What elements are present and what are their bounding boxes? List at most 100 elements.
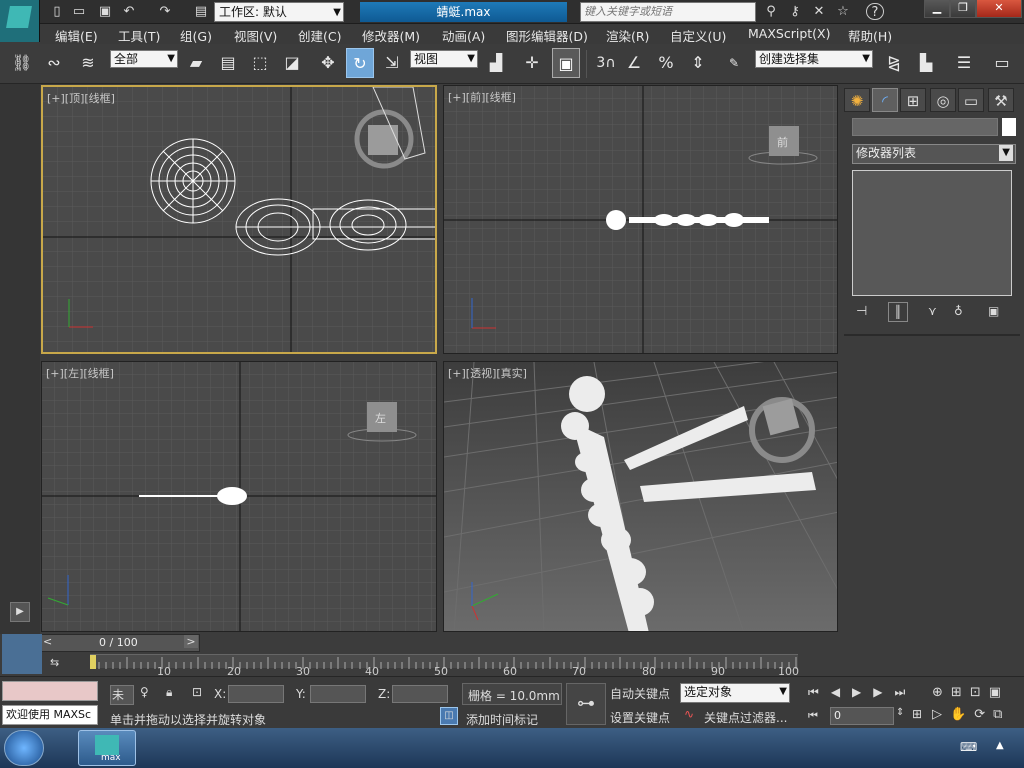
selection-lock-icon[interactable]: 🔒︎ — [166, 685, 172, 700]
taskbar-3dsmax-button[interactable]: max — [78, 730, 136, 766]
motion-tab-icon[interactable]: ◎ — [930, 88, 956, 112]
zoom-extents-icon[interactable]: ⊡ — [970, 685, 989, 700]
tray-expand-icon[interactable]: ▲ — [996, 740, 1004, 751]
spinner-snap-icon[interactable]: ⇕ — [684, 48, 712, 78]
next-frame-icon[interactable]: ▶ — [873, 685, 894, 699]
object-name-field[interactable] — [852, 118, 998, 136]
viewport-label-top[interactable]: [+][顶][线框] — [47, 90, 115, 106]
menu-help[interactable]: 帮助(H) — [848, 26, 892, 45]
menu-graph-editors[interactable]: 图形编辑器(D) — [506, 26, 588, 45]
display-tab-icon[interactable]: ▭ — [958, 88, 984, 112]
y-coord-field[interactable] — [310, 685, 366, 703]
rectangle-selection-icon[interactable]: ⬚ — [246, 48, 274, 78]
snaps-toggle-icon[interactable]: 3∩ — [592, 48, 620, 78]
pivot-center-icon[interactable]: ▟ — [482, 48, 510, 78]
menu-views[interactable]: 视图(V) — [234, 26, 277, 45]
redo-icon[interactable]: ↷ — [156, 3, 174, 20]
menu-maxscript[interactable]: MAXScript(X) — [748, 26, 830, 41]
maximize-viewport-icon[interactable]: ⧉ — [993, 707, 1010, 722]
named-selection-dropdown[interactable]: 创建选择集 ▼ — [755, 50, 873, 68]
viewport-label-perspective[interactable]: [+][透视][真实] — [448, 365, 527, 381]
workspace-dropdown[interactable]: 工作区: 默认 ▼ — [214, 2, 344, 22]
select-rotate-icon[interactable]: ↻ — [346, 48, 374, 78]
slider-prev-icon[interactable]: < — [43, 635, 52, 648]
minimize-button[interactable]: ▁ — [924, 0, 950, 18]
edit-named-selection-icon[interactable]: ✎ — [720, 48, 748, 78]
viewport-top[interactable]: [+][顶][线框] — [41, 85, 437, 354]
mirror-icon[interactable]: ⧎ — [880, 48, 908, 78]
key-mode-dropdown[interactable]: 选定对象 ▼ — [680, 683, 790, 703]
z-coord-field[interactable] — [392, 685, 448, 703]
key-icon[interactable]: ⚷ — [786, 3, 804, 20]
prev-frame-icon[interactable]: ◀ — [831, 685, 852, 699]
zoom-icon[interactable]: ⊕ — [932, 685, 951, 700]
menu-modifiers[interactable]: 修改器(M) — [362, 26, 420, 45]
close-button[interactable]: ✕ — [976, 0, 1022, 18]
modifier-stack-list[interactable] — [852, 170, 1012, 296]
create-tab-icon[interactable]: ✺ — [844, 88, 870, 112]
undo-icon[interactable]: ↶ — [120, 3, 138, 20]
search-input[interactable]: 键入关键字或短语 — [580, 2, 756, 22]
field-of-view-icon[interactable]: ▷ — [932, 707, 950, 722]
track-bar-toggle-icon[interactable]: ⇆ — [50, 656, 59, 669]
time-slider[interactable]: < 0 / 100 > — [40, 634, 200, 652]
window-crossing-icon[interactable]: ◪ — [278, 48, 306, 78]
menu-create[interactable]: 创建(C) — [298, 26, 341, 45]
viewport-front[interactable]: 前 [+][前][线框] — [443, 85, 838, 354]
go-to-end-icon[interactable]: ⏭ — [895, 685, 918, 699]
set-key-button[interactable]: 设置关键点 — [610, 709, 676, 726]
manipulate-icon[interactable]: ✛ — [518, 48, 546, 78]
link-icon[interactable]: ⛓ — [8, 48, 36, 78]
add-time-tag-button[interactable]: 添加时间标记 — [466, 711, 538, 728]
modifier-list-dropdown[interactable]: 修改器列表 ▼ — [852, 144, 1016, 164]
select-move-icon[interactable]: ✥ — [314, 48, 342, 78]
layer-manager-icon[interactable]: ☰ — [950, 48, 978, 78]
maximize-button[interactable]: ❐ — [950, 0, 976, 18]
select-scale-icon[interactable]: ⇲ — [378, 48, 406, 78]
project-folder-icon[interactable]: ▤ — [192, 3, 210, 20]
zoom-extents-all-icon[interactable]: ▣ — [989, 685, 1009, 700]
menu-animation[interactable]: 动画(A) — [442, 26, 485, 45]
angle-snap-icon[interactable]: ∠ — [620, 48, 648, 78]
percent-snap-icon[interactable]: % — [652, 48, 680, 78]
viewport-layout-icon[interactable] — [2, 634, 42, 674]
viewcube-perspective[interactable] — [749, 397, 815, 463]
select-object-icon[interactable]: ▰ — [182, 48, 210, 78]
reference-coord-dropdown[interactable]: 视图 ▼ — [410, 50, 478, 68]
viewport-perspective[interactable]: [+][透视][真实] — [443, 361, 838, 632]
play-expand-icon[interactable]: ▶ — [10, 602, 30, 622]
remove-modifier-icon[interactable]: ♁ — [954, 304, 963, 318]
orbit-icon[interactable]: ⟳ — [974, 707, 993, 722]
selection-filter-dropdown[interactable]: 全部 ▼ — [110, 50, 178, 68]
absolute-relative-icon[interactable]: ⊡ — [192, 685, 202, 699]
utilities-tab-icon[interactable]: ⚒ — [988, 88, 1014, 112]
open-file-icon[interactable]: ▭ — [70, 3, 88, 20]
select-by-name-icon[interactable]: ▤ — [214, 48, 242, 78]
current-frame-field[interactable]: 0 — [830, 707, 894, 725]
make-unique-icon[interactable]: ⋎ — [928, 304, 937, 318]
keyboard-shortcut-override-icon[interactable]: ▣ — [552, 48, 580, 78]
time-config-icon[interactable]: ⊞ — [912, 707, 922, 721]
hierarchy-tab-icon[interactable]: ⊞ — [900, 88, 926, 112]
object-color-swatch[interactable] — [1002, 118, 1016, 136]
favorites-star-icon[interactable]: ☆ — [834, 3, 852, 20]
x-coord-field[interactable] — [228, 685, 284, 703]
zoom-all-icon[interactable]: ⊞ — [951, 685, 970, 700]
app-logo-button[interactable] — [0, 0, 40, 42]
isolate-selection-icon[interactable]: ♀ — [140, 685, 149, 699]
auto-key-button[interactable]: 自动关键点 — [610, 685, 676, 702]
set-key-icon[interactable]: ⊶ — [566, 683, 606, 725]
frame-spinner-icon[interactable]: ⇕ — [896, 707, 904, 718]
communication-icon[interactable]: ✕ — [810, 3, 828, 20]
menu-rendering[interactable]: 渲染(R) — [606, 26, 649, 45]
start-button[interactable] — [4, 730, 44, 766]
align-icon[interactable]: ▙ — [912, 48, 940, 78]
menu-group[interactable]: 组(G) — [180, 26, 212, 45]
viewport-label-left[interactable]: [+][左][线框] — [46, 365, 114, 381]
menu-tools[interactable]: 工具(T) — [118, 26, 160, 45]
new-file-icon[interactable]: ▯ — [48, 3, 66, 20]
viewport-left[interactable]: 左 [+][左][线框] — [41, 361, 437, 632]
play-icon[interactable]: ▶ — [852, 685, 873, 699]
pan-view-icon[interactable]: ✋ — [950, 707, 974, 722]
unlink-icon[interactable]: ∾ — [40, 48, 68, 78]
